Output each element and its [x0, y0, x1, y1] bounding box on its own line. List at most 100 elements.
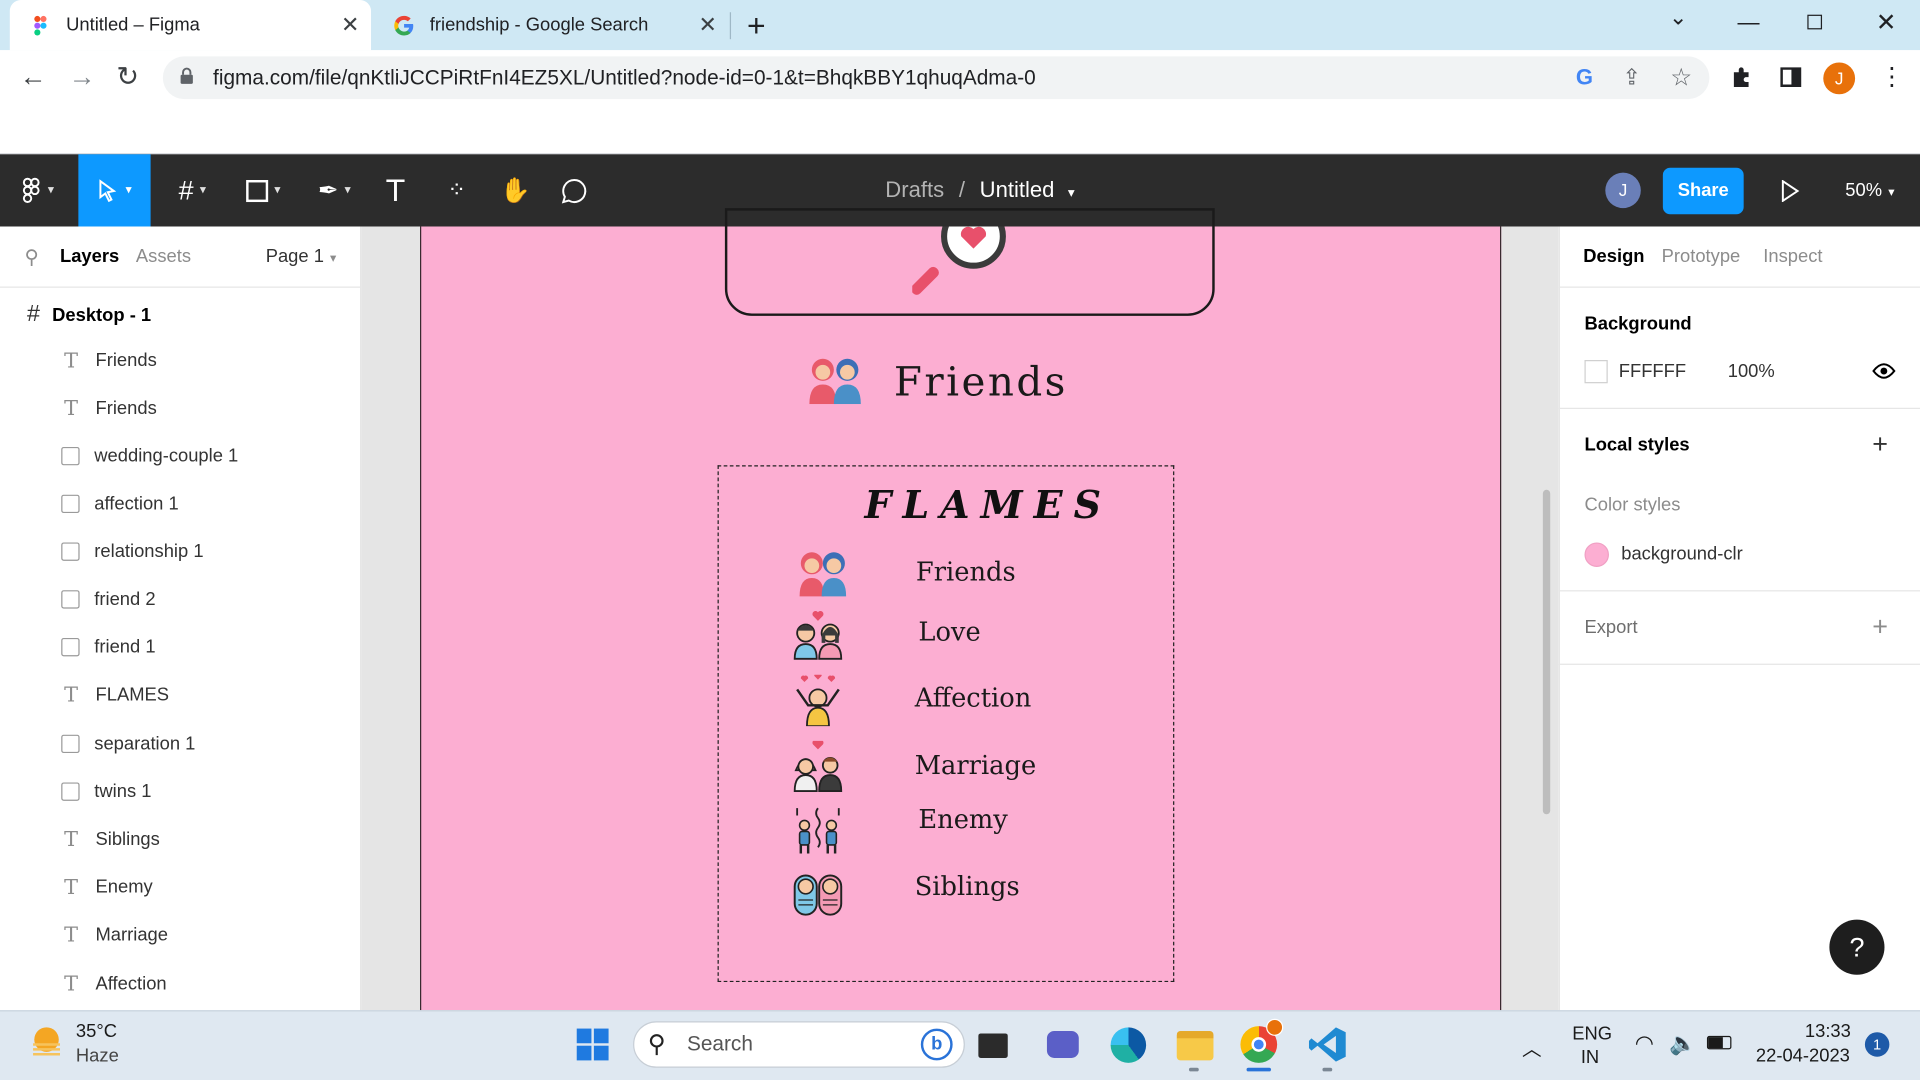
twins-icon[interactable]	[792, 868, 843, 919]
tab-prototype[interactable]: Prototype	[1662, 246, 1741, 267]
flames-label[interactable]: Marriage	[915, 751, 1036, 780]
file-explorer-icon[interactable]	[1176, 1031, 1214, 1061]
bing-chat-icon[interactable]: b	[920, 1028, 953, 1061]
breadcrumb-folder[interactable]: Drafts	[885, 178, 944, 202]
share-page-icon[interactable]: ⇪	[1622, 65, 1640, 91]
back-arrow-icon[interactable]: ←	[20, 61, 47, 93]
minimize-icon[interactable]: —	[1738, 10, 1760, 36]
tab-search-chevron-icon[interactable]: ⌄	[1669, 5, 1687, 31]
new-tab-plus-icon[interactable]: +	[747, 7, 766, 45]
help-button[interactable]: ?	[1829, 919, 1885, 975]
hand-tool-button[interactable]: ✋	[493, 154, 537, 226]
layer-item[interactable]: T Marriage	[61, 911, 168, 959]
share-button[interactable]: Share	[1662, 167, 1744, 215]
lock-icon[interactable]	[180, 67, 193, 84]
tab-design[interactable]: Design	[1583, 246, 1644, 267]
extensions-puzzle-icon[interactable]	[1730, 65, 1754, 89]
taskbar-search-box[interactable]	[633, 1021, 965, 1068]
wifi-icon[interactable]: ◠	[1635, 1031, 1654, 1057]
layer-item[interactable]: friend 2	[61, 576, 156, 624]
main-menu-button[interactable]: ▾	[10, 154, 66, 226]
side-panel-icon[interactable]	[1780, 67, 1802, 87]
flames-label[interactable]: Friends	[916, 557, 1016, 586]
flames-label[interactable]: Love	[918, 617, 980, 646]
vscode-icon[interactable]	[1308, 1026, 1347, 1063]
volume-speaker-icon[interactable]: 🔈	[1669, 1031, 1696, 1057]
flames-label[interactable]: Enemy	[918, 804, 1007, 833]
layer-item[interactable]: T Siblings	[61, 816, 160, 864]
layer-item[interactable]: wedding-couple 1	[61, 432, 238, 480]
flames-label[interactable]: Siblings	[915, 872, 1020, 901]
move-tool-button[interactable]: ▾	[78, 154, 151, 227]
text-tool-button[interactable]: T	[375, 154, 417, 226]
browser-menu-icon[interactable]: ⋮	[1880, 61, 1904, 92]
restore-icon[interactable]	[1807, 14, 1823, 30]
user-avatar[interactable]: J	[1605, 172, 1641, 209]
artboard-heading[interactable]: Friends	[894, 358, 1068, 406]
forward-arrow-icon[interactable]: →	[69, 61, 96, 93]
layer-item[interactable]: T Enemy	[61, 863, 153, 911]
input-language[interactable]: ENG	[1572, 1024, 1612, 1045]
eye-visibility-icon[interactable]	[1872, 362, 1896, 379]
background-color-swatch[interactable]	[1584, 360, 1608, 384]
friends-icon[interactable]	[797, 547, 848, 598]
close-tab-icon[interactable]: ✕	[692, 12, 724, 38]
add-export-plus-icon[interactable]: +	[1872, 611, 1888, 643]
google-lens-icon[interactable]: G	[1576, 65, 1593, 91]
magnifier-heart-icon[interactable]	[912, 226, 1010, 296]
frame-tool-button[interactable]: # ▾	[162, 154, 223, 226]
canvas-scrollbar[interactable]	[1542, 489, 1551, 815]
battery-icon[interactable]	[1706, 1035, 1732, 1050]
page-selector[interactable]: Page 1 ▾	[266, 246, 337, 267]
color-style-swatch[interactable]	[1584, 542, 1609, 567]
tab-figma[interactable]: Untitled – Figma ✕	[9, 0, 372, 51]
shape-tool-button[interactable]: ▾	[233, 154, 294, 226]
teams-chat-icon[interactable]	[1046, 1031, 1079, 1058]
zoom-dropdown[interactable]: 50% ▾	[1845, 180, 1894, 201]
affection-icon[interactable]	[792, 674, 843, 727]
background-hex-input[interactable]: FFFFFF	[1619, 361, 1686, 382]
search-layers-icon[interactable]: ⚲	[24, 245, 38, 269]
layer-item[interactable]: T Friends	[61, 384, 157, 432]
layer-item[interactable]: relationship 1	[61, 528, 204, 576]
tab-layers[interactable]: Layers	[60, 246, 119, 267]
separation-icon[interactable]	[792, 803, 843, 854]
file-name[interactable]: Untitled	[980, 178, 1055, 202]
flames-frame[interactable]	[717, 465, 1175, 983]
bookmark-star-icon[interactable]: ☆	[1670, 62, 1692, 93]
weather-condition[interactable]: Haze	[76, 1046, 119, 1067]
resources-button[interactable]: ⁘	[435, 154, 479, 226]
weather-temperature[interactable]: 35°C	[76, 1021, 117, 1042]
windows-start-icon[interactable]	[576, 1027, 610, 1061]
wedding-couple-icon[interactable]	[792, 740, 843, 792]
clock-date[interactable]: 22-04-2023	[1756, 1046, 1850, 1067]
tab-google-search[interactable]: friendship - Google Search ✕	[373, 0, 728, 50]
weather-sun-haze-icon[interactable]	[28, 1024, 65, 1061]
background-opacity-input[interactable]: 100%	[1728, 361, 1775, 382]
profile-avatar[interactable]: J	[1823, 62, 1856, 95]
add-style-plus-icon[interactable]: +	[1872, 429, 1888, 461]
layer-frame-desktop[interactable]: # Desktop - 1	[27, 301, 151, 328]
url-text[interactable]: figma.com/file/qnKtliJCCPiRtFnI4EZ5XL/Un…	[213, 66, 1036, 90]
close-window-icon[interactable]: ✕	[1876, 7, 1897, 38]
layer-item[interactable]: T FLAMES	[61, 671, 169, 719]
flames-title[interactable]: FLAMES	[864, 484, 1112, 528]
comment-tool-button[interactable]	[552, 154, 596, 226]
reload-icon[interactable]: ↻	[116, 61, 139, 93]
tab-assets[interactable]: Assets	[136, 246, 191, 267]
layer-item[interactable]: T Affection	[61, 960, 167, 1008]
friends-icon[interactable]	[804, 355, 865, 405]
input-region[interactable]: IN	[1581, 1047, 1599, 1068]
love-couple-icon[interactable]	[792, 609, 843, 660]
layer-item[interactable]: T Friends	[61, 337, 157, 385]
file-menu-chevron-icon[interactable]: ▾	[1068, 186, 1075, 201]
show-hidden-icons-chevron-icon[interactable]: ︿	[1522, 1032, 1542, 1061]
layer-item[interactable]: separation 1	[61, 720, 195, 768]
present-play-icon[interactable]	[1780, 180, 1800, 203]
flames-label[interactable]: Affection	[915, 683, 1032, 712]
edge-browser-icon[interactable]	[1110, 1027, 1147, 1063]
notification-badge[interactable]: 1	[1864, 1032, 1890, 1057]
color-style-name[interactable]: background-clr	[1621, 544, 1742, 565]
task-view-icon[interactable]	[978, 1033, 1008, 1058]
layer-item[interactable]: affection 1	[61, 480, 179, 528]
